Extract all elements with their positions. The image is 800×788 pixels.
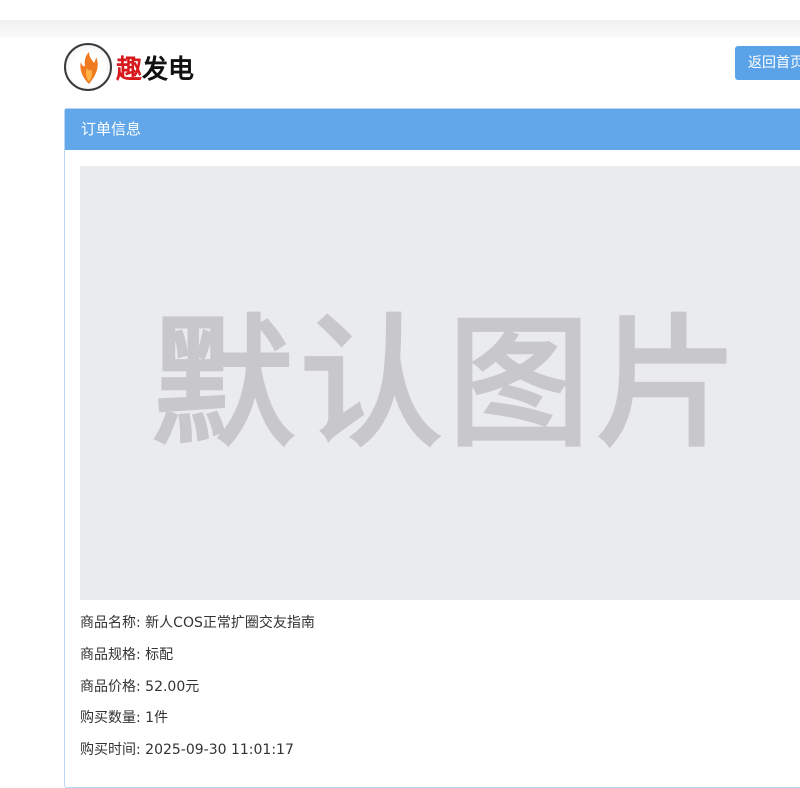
- site-logo[interactable]: 趣发电: [64, 42, 194, 92]
- back-home-button[interactable]: 返回首页: [735, 46, 800, 80]
- product-spec-value: 标配: [145, 647, 174, 663]
- product-price-label: 商品价格:: [80, 679, 141, 695]
- purchase-time-label: 购买时间:: [80, 742, 141, 758]
- product-spec-label: 商品规格:: [80, 647, 141, 663]
- logo-text-rest: 发电: [142, 54, 195, 85]
- purchase-quantity-row: 购买数量: 1件: [80, 707, 168, 727]
- purchase-time-value: 2025-09-30 11:01:17: [145, 742, 294, 758]
- image-placeholder-text: 默认图片: [152, 302, 744, 467]
- flame-logo-icon: [64, 43, 112, 91]
- purchase-time-row: 购买时间: 2025-09-30 11:01:17: [80, 739, 294, 759]
- flame-icon: [80, 52, 98, 84]
- panel-title: 订单信息: [65, 109, 800, 150]
- purchase-quantity-label: 购买数量:: [80, 710, 141, 726]
- logo-text-accent: 趣: [116, 54, 143, 85]
- product-name-row: 商品名称: 新人COS正常扩圈交友指南: [80, 612, 315, 632]
- site-header: 趣发电 返回首页: [0, 38, 800, 98]
- product-spec-row: 商品规格: 标配: [80, 644, 173, 664]
- purchase-quantity-value: 1件: [145, 710, 169, 726]
- product-image: 默认图片: [80, 166, 800, 600]
- logo-text: 趣发电: [116, 49, 194, 86]
- order-info-panel: 订单信息 默认图片 商品名称: 新人COS正常扩圈交友指南 商品规格: 标配 商…: [64, 108, 800, 788]
- product-name-value: 新人COS正常扩圈交友指南: [145, 615, 315, 631]
- product-name-label: 商品名称:: [80, 615, 141, 631]
- product-price-row: 商品价格: 52.00元: [80, 676, 199, 696]
- top-shade: [0, 20, 800, 38]
- product-price-value: 52.00元: [145, 679, 200, 695]
